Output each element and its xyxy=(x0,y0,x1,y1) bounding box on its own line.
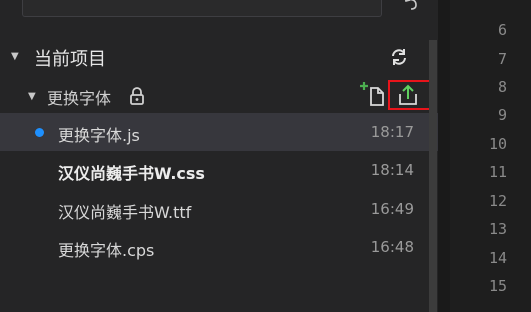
modified-dot-icon xyxy=(35,128,44,137)
new-file-icon[interactable] xyxy=(360,81,386,107)
line-number: 6 xyxy=(497,21,507,39)
folder-caret-down-icon[interactable]: ▼ xyxy=(28,91,36,102)
refresh-icon[interactable] xyxy=(389,47,409,67)
panel-divider[interactable] xyxy=(438,0,450,312)
file-time: 18:14 xyxy=(370,161,414,179)
file-name: 更换字体.cps xyxy=(58,241,155,260)
upload-icon xyxy=(399,84,417,105)
file-row-1[interactable]: 更换字体.js 18:17 xyxy=(0,113,438,151)
file-time: 16:48 xyxy=(370,238,414,256)
file-explorer-panel: ▼ 当前项目 ▼ 更换字体 更换字体.js 18:17 汉仪尚巍手书W.css … xyxy=(0,0,438,312)
search-box[interactable] xyxy=(22,0,382,17)
line-number: 12 xyxy=(488,192,507,210)
line-number: 15 xyxy=(488,277,507,295)
line-number: 7 xyxy=(497,50,507,68)
folder-name: 更换字体 xyxy=(47,89,112,108)
line-number: 13 xyxy=(488,220,507,238)
line-number: 10 xyxy=(488,135,507,153)
file-time: 18:17 xyxy=(370,123,414,141)
file-name: 汉仪尚巍手书W.ttf xyxy=(58,203,192,222)
file-row-2[interactable]: 汉仪尚巍手书W.css 18:14 xyxy=(0,151,438,189)
section-title: 当前项目 xyxy=(34,49,106,70)
back-arrow-icon[interactable] xyxy=(402,0,422,12)
file-row-4[interactable]: 更换字体.cps 16:48 xyxy=(0,228,438,266)
scrollbar-thumb[interactable] xyxy=(429,40,437,312)
line-number: 11 xyxy=(488,163,507,181)
file-row-3[interactable]: 汉仪尚巍手书W.ttf 16:49 xyxy=(0,190,438,228)
file-time: 16:49 xyxy=(370,200,414,218)
file-name: 更换字体.js xyxy=(58,126,140,145)
caret-down-icon[interactable]: ▼ xyxy=(11,51,19,62)
lock-icon xyxy=(130,87,144,105)
project-section-header[interactable]: ▼ 当前项目 xyxy=(0,41,438,71)
line-number: 8 xyxy=(497,78,507,96)
line-number: 9 xyxy=(497,106,507,124)
line-number-gutter: 6 7 8 9 10 11 12 13 14 15 xyxy=(450,0,531,312)
file-name: 汉仪尚巍手书W.css xyxy=(58,164,205,183)
line-number: 14 xyxy=(488,249,507,267)
